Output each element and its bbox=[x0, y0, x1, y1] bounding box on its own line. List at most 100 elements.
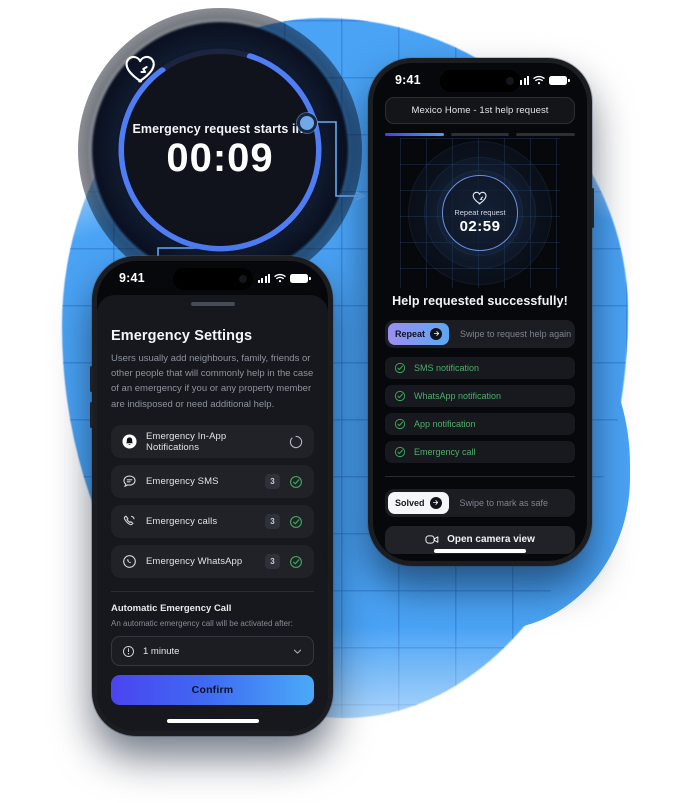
divider bbox=[385, 475, 575, 477]
step-progress bbox=[385, 133, 576, 136]
option-label: Emergency WhatsApp bbox=[146, 556, 243, 567]
phone-call-icon bbox=[123, 515, 135, 526]
countdown-label: Emergency request starts in: bbox=[132, 122, 308, 136]
auto-call-subtitle: An automatic emergency call will be acti… bbox=[111, 619, 293, 628]
status-bar-right: 9:41 bbox=[373, 63, 587, 97]
sms-bubble-icon bbox=[123, 475, 136, 488]
check-circle-icon bbox=[290, 515, 302, 528]
power-button[interactable] bbox=[591, 188, 594, 228]
volume-down-button[interactable] bbox=[90, 402, 93, 428]
solved-button-label: Solved bbox=[395, 497, 425, 508]
volume-up-button[interactable] bbox=[90, 366, 93, 392]
phone-right: 9:41 Mexico Home - 1st help request Repe… bbox=[368, 58, 594, 566]
emergency-settings-sheet: Emergency Settings Users usually add nei… bbox=[97, 295, 328, 731]
solved-swipe-hint: Swipe to mark as safe bbox=[459, 497, 549, 508]
notification-label: SMS notification bbox=[414, 362, 480, 373]
success-message: Help requested successfully! bbox=[392, 293, 568, 308]
notification-status-list: SMS notification WhatsApp notification A… bbox=[385, 356, 575, 463]
status-icons bbox=[516, 75, 570, 85]
notification-row: SMS notification bbox=[385, 356, 575, 379]
cellular-bars-icon bbox=[257, 273, 270, 283]
repeat-swipe-hint: Swipe to request help again bbox=[460, 328, 572, 339]
arrow-right-icon bbox=[429, 496, 442, 509]
chevron-down-icon bbox=[293, 649, 302, 654]
magnifier-handle-knob[interactable] bbox=[297, 113, 317, 133]
option-label: Emergency In-App Notifications bbox=[146, 430, 227, 453]
option-row-calls[interactable]: Emergency calls 3 bbox=[111, 505, 314, 538]
camera-button-label: Open camera view bbox=[447, 534, 535, 545]
step-segment-2 bbox=[450, 133, 510, 136]
auto-call-title: Automatic Emergency Call bbox=[111, 603, 232, 614]
option-label: Emergency calls bbox=[146, 516, 218, 527]
in-app-notification-icon bbox=[122, 434, 137, 449]
arrow-right-icon bbox=[430, 327, 443, 340]
page-title: Emergency Settings bbox=[111, 327, 253, 344]
status-icons bbox=[257, 273, 311, 283]
emergency-options-list: Emergency In-App Notifications Emergency… bbox=[111, 425, 314, 578]
video-camera-icon bbox=[425, 535, 439, 544]
option-badge: 3 bbox=[265, 474, 280, 489]
step-segment-3 bbox=[516, 133, 576, 136]
option-row-whatsapp[interactable]: Emergency WhatsApp 3 bbox=[111, 545, 314, 578]
check-circle-icon bbox=[394, 362, 406, 373]
dynamic-island bbox=[172, 268, 253, 290]
option-badge: 3 bbox=[265, 514, 280, 529]
phone-left-screen: 9:41 Emergency Settings Users usually ad… bbox=[97, 261, 328, 731]
status-time: 9:41 bbox=[119, 271, 145, 285]
front-camera-icon bbox=[506, 77, 514, 85]
countdown-time: 00:09 bbox=[166, 136, 274, 180]
notification-row: App notification bbox=[385, 412, 575, 435]
auto-call-duration-select[interactable]: 1 minute bbox=[111, 636, 314, 666]
page-description: Users usually add neighbours, family, fr… bbox=[111, 352, 314, 410]
option-label: Emergency SMS bbox=[146, 476, 219, 487]
solved-swipe-control[interactable]: Solved Swipe to mark as safe bbox=[385, 488, 575, 517]
status-bar-left: 9:41 bbox=[97, 261, 328, 295]
step-segment-1 bbox=[385, 133, 444, 136]
repeat-request-radar: Repeat request 02:59 bbox=[385, 137, 575, 288]
whatsapp-icon bbox=[123, 555, 136, 568]
status-time: 9:41 bbox=[395, 73, 421, 87]
repeat-button-label: Repeat bbox=[395, 328, 426, 339]
request-title-pill[interactable]: Mexico Home - 1st help request bbox=[385, 97, 575, 124]
home-indicator[interactable] bbox=[166, 719, 259, 723]
select-value: 1 minute bbox=[143, 645, 180, 657]
sheet-grabber[interactable] bbox=[190, 302, 235, 306]
check-circle-icon bbox=[394, 446, 406, 457]
notification-row: Emergency call bbox=[385, 440, 575, 463]
check-circle-icon bbox=[290, 555, 302, 568]
phone-right-screen: 9:41 Mexico Home - 1st help request Repe… bbox=[373, 63, 587, 561]
repeat-swipe-control[interactable]: Repeat Swipe to request help again bbox=[385, 319, 575, 348]
repeat-label: Repeat request bbox=[454, 207, 506, 217]
home-indicator[interactable] bbox=[434, 549, 526, 553]
heart-pulse-icon bbox=[472, 191, 487, 204]
notification-label: App notification bbox=[414, 418, 476, 429]
divider bbox=[111, 591, 314, 592]
check-circle-icon bbox=[394, 390, 406, 401]
notification-label: Emergency call bbox=[414, 446, 476, 457]
heart-pulse-icon bbox=[125, 55, 155, 83]
illustration-canvas: Emergency request starts in: 00:09 9:41 bbox=[0, 0, 690, 803]
check-circle-icon bbox=[394, 418, 406, 429]
repeat-swipe-button[interactable]: Repeat bbox=[388, 322, 450, 345]
notification-label: WhatsApp notification bbox=[414, 390, 502, 401]
option-row-sms[interactable]: Emergency SMS 3 bbox=[111, 465, 314, 498]
check-circle-icon bbox=[290, 475, 302, 488]
battery-icon bbox=[290, 273, 311, 283]
wifi-icon bbox=[533, 75, 545, 85]
front-camera-icon bbox=[238, 275, 247, 283]
battery-icon bbox=[549, 75, 570, 85]
wifi-icon bbox=[274, 273, 286, 283]
repeat-time: 02:59 bbox=[459, 217, 501, 235]
option-row-in-app-notifications[interactable]: Emergency In-App Notifications bbox=[111, 425, 314, 458]
help-request-screen: Mexico Home - 1st help request Repeat re… bbox=[373, 97, 587, 561]
magnified-countdown-circle: Emergency request starts in: 00:09 bbox=[116, 46, 324, 254]
dynamic-island bbox=[440, 70, 520, 92]
option-badge: 3 bbox=[265, 554, 280, 569]
loading-spinner-icon bbox=[289, 435, 303, 448]
solved-swipe-button[interactable]: Solved bbox=[388, 491, 449, 514]
phone-left: 9:41 Emergency Settings Users usually ad… bbox=[90, 256, 333, 736]
confirm-button[interactable]: Confirm bbox=[111, 675, 314, 705]
notification-row: WhatsApp notification bbox=[385, 384, 575, 407]
clock-icon bbox=[122, 645, 135, 657]
repeat-request-circle: Repeat request 02:59 bbox=[442, 174, 518, 251]
